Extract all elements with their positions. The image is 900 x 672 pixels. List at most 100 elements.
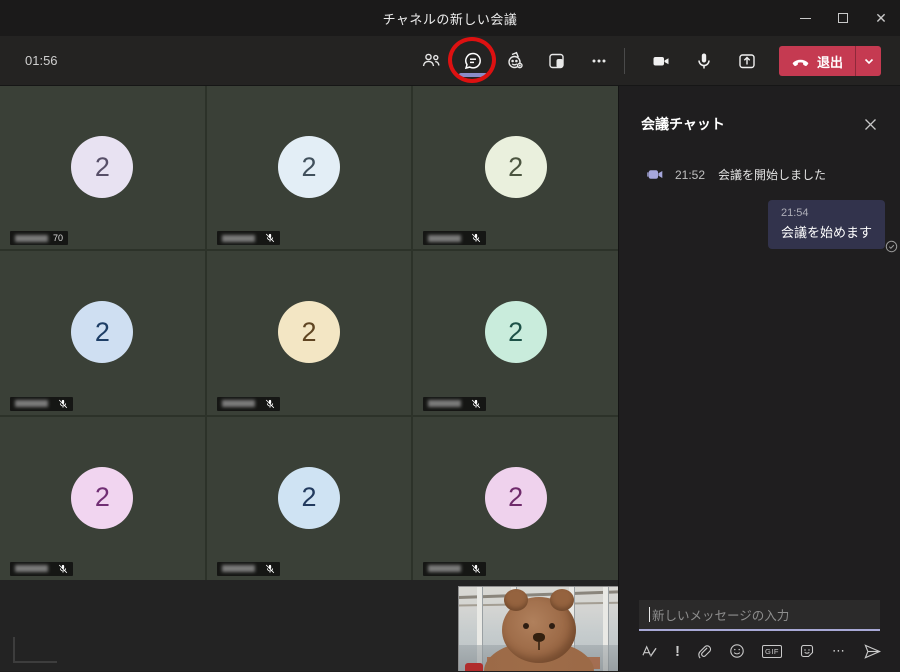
avatar: 2 — [484, 466, 547, 529]
chat-composer: 新しいメッセージの入力 ! GIF ⋯ — [619, 600, 900, 671]
mic-muted-icon — [472, 564, 481, 574]
chat-close-button[interactable] — [863, 117, 878, 132]
participant-name-blurred — [428, 234, 462, 242]
meeting-toolbar: 01:56 退出 — [0, 36, 900, 86]
sticker-button[interactable] — [799, 643, 815, 659]
leave-label: 退出 — [816, 54, 843, 70]
more-actions-button[interactable] — [582, 44, 616, 78]
avatar: 2 — [71, 301, 134, 364]
send-button[interactable] — [863, 643, 882, 660]
video-tile[interactable]: 2 — [206, 416, 412, 580]
message-input[interactable]: 新しいメッセージの入力 — [639, 600, 880, 631]
participant-name-badge: 70 — [10, 231, 69, 246]
participant-name-blurred — [428, 400, 462, 408]
participant-name-badge — [10, 396, 73, 411]
teddy-bear-mouth — [537, 642, 540, 650]
minimize-icon — [799, 17, 811, 19]
corner-bracket — [13, 637, 57, 663]
content-area: 2 70 2 2 2 2 2 2 2 2 会議チャット 21:52 会議を開始し… — [0, 86, 900, 671]
chat-header: 会議チャット — [619, 86, 900, 134]
hangup-icon — [792, 59, 809, 66]
composer-toolbar: ! GIF ⋯ — [639, 631, 882, 671]
video-tile[interactable]: 2 — [0, 416, 205, 580]
video-tile[interactable]: 2 — [413, 416, 618, 580]
sent-message-bubble[interactable]: 21:54 会議を始めます — [767, 200, 885, 249]
meeting-stage: 2 70 2 2 2 2 2 2 2 2 — [0, 86, 618, 671]
video-tile[interactable]: 2 — [0, 251, 205, 415]
participant-name-badge — [423, 561, 487, 576]
reactions-button[interactable] — [498, 44, 532, 78]
mic-muted-icon — [472, 234, 481, 243]
mic-muted-icon — [265, 234, 274, 243]
avatar: 2 — [277, 466, 340, 529]
meeting-chat-panel: 会議チャット 21:52 会議を開始しました 21:54 会議を始めます 新しい… — [618, 86, 900, 671]
toolbar-separator — [623, 48, 625, 74]
chat-panel-title: 会議チャット — [641, 116, 725, 132]
avatar: 2 — [71, 136, 134, 198]
emoji-button[interactable] — [729, 643, 745, 659]
close-button[interactable]: ✕ — [862, 0, 900, 36]
maximize-icon — [838, 13, 848, 23]
participant-name-badge — [423, 396, 487, 411]
format-button[interactable] — [641, 644, 658, 659]
video-tile[interactable]: 2 70 — [0, 86, 205, 250]
window-controls: ✕ — [786, 0, 900, 36]
sent-message-row: 21:54 会議を始めます — [619, 200, 900, 253]
mic-muted-icon — [58, 399, 68, 408]
mic-icon — [698, 53, 710, 69]
close-icon — [865, 118, 876, 130]
video-tile[interactable]: 2 — [206, 86, 412, 250]
send-icon — [864, 643, 882, 659]
close-icon: ✕ — [875, 10, 887, 26]
reactions-icon — [508, 51, 523, 69]
participant-name-blurred — [428, 565, 462, 573]
self-view-tile[interactable] — [458, 586, 618, 671]
avatar: 2 — [277, 136, 340, 198]
avatar: 2 — [484, 301, 547, 364]
leave-options-button[interactable] — [855, 46, 881, 76]
mic-muted-icon — [265, 399, 274, 408]
text-caret — [649, 607, 650, 622]
mic-muted-icon — [58, 564, 68, 574]
participant-name-blurred — [221, 234, 255, 242]
share-button[interactable] — [730, 44, 764, 78]
participant-name-blurred — [221, 400, 255, 408]
video-tile[interactable]: 2 — [413, 86, 618, 250]
gif-button[interactable]: GIF — [762, 644, 782, 658]
important-button[interactable]: ! — [675, 643, 680, 660]
participants-button[interactable] — [414, 44, 448, 78]
attach-button[interactable] — [697, 644, 712, 659]
video-tile[interactable]: 2 — [206, 251, 412, 415]
leave-button[interactable]: 退出 — [778, 46, 881, 76]
chat-button[interactable] — [448, 37, 496, 83]
mic-button[interactable] — [687, 44, 721, 78]
avatar: 2 — [71, 466, 134, 529]
composer-more-button[interactable]: ⋯ — [832, 643, 846, 659]
breakout-rooms-button[interactable] — [540, 44, 574, 78]
chevron-down-icon — [864, 58, 873, 65]
teddy-bear-ear — [503, 589, 528, 611]
maximize-button[interactable] — [824, 0, 862, 36]
participant-name-badge — [216, 396, 280, 411]
teddy-bear-eye — [548, 623, 555, 629]
teddy-bear-head — [501, 589, 576, 663]
message-time: 21:54 — [780, 207, 809, 219]
participant-name-blurred — [15, 565, 48, 573]
participant-name-blurred — [15, 234, 48, 242]
camera-icon — [653, 57, 669, 66]
system-message-text: 会議を開始しました — [718, 168, 827, 182]
video-grid: 2 70 2 2 2 2 2 2 2 2 — [0, 86, 618, 580]
seen-check-icon — [885, 240, 898, 253]
chat-icon — [464, 52, 481, 70]
teddy-bear-eye — [522, 623, 529, 629]
emoji-icon — [730, 644, 744, 658]
attach-icon — [698, 644, 712, 658]
meeting-timer: 01:56 — [25, 53, 58, 68]
message-text: 会議を始めます — [780, 225, 872, 240]
camera-button[interactable] — [644, 44, 678, 78]
minimize-button[interactable] — [786, 0, 824, 36]
video-tile[interactable]: 2 — [413, 251, 618, 415]
participant-label-suffix: 70 — [53, 232, 64, 243]
participant-name-badge — [216, 561, 280, 576]
message-placeholder: 新しいメッセージの入力 — [652, 609, 790, 623]
